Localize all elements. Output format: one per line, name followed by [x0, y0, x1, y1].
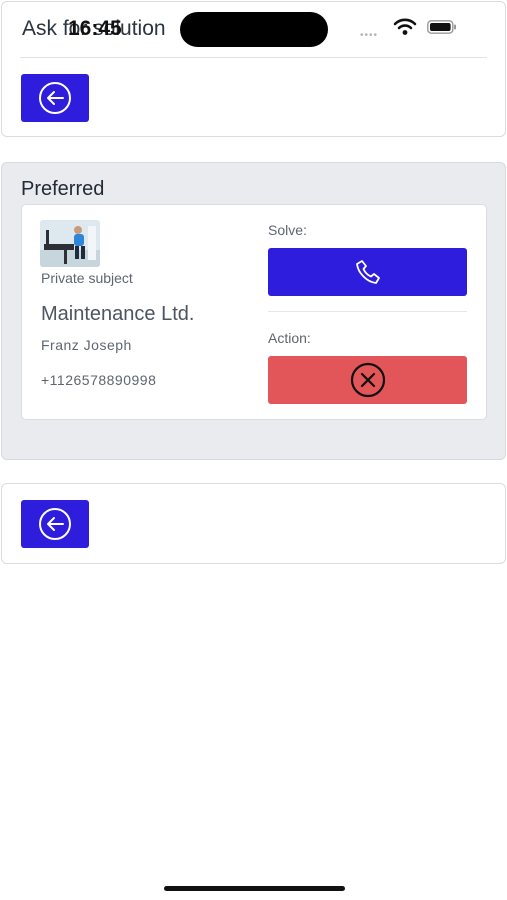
- contact-name: Franz Joseph: [41, 337, 132, 353]
- back-button-bottom[interactable]: [21, 500, 89, 548]
- gym-photo-icon: [40, 220, 100, 267]
- header-divider: [20, 57, 487, 58]
- wifi-icon: [393, 18, 417, 35]
- company-name: Maintenance Ltd.: [41, 303, 195, 325]
- phone-number: +1126578890998: [41, 372, 157, 388]
- section-title: Preferred: [21, 178, 105, 200]
- provider-avatar: [40, 220, 100, 267]
- arrow-left-circle-icon: [39, 508, 71, 540]
- home-indicator[interactable]: [164, 886, 345, 891]
- back-button[interactable]: [21, 74, 89, 122]
- subject-label: Private subject: [41, 270, 133, 286]
- call-button[interactable]: [268, 248, 467, 296]
- action-label: Action:: [268, 330, 311, 346]
- signal-icon: ••••: [360, 30, 379, 41]
- card-divider: [268, 311, 467, 312]
- dynamic-island: [180, 12, 328, 47]
- battery-icon: [427, 20, 456, 34]
- arrow-left-circle-icon: [39, 82, 71, 114]
- solve-label: Solve:: [268, 222, 307, 238]
- phone-icon: [355, 260, 380, 284]
- x-circle-icon: [350, 362, 385, 398]
- cancel-button[interactable]: [268, 356, 467, 404]
- status-time: 16:45: [68, 17, 122, 40]
